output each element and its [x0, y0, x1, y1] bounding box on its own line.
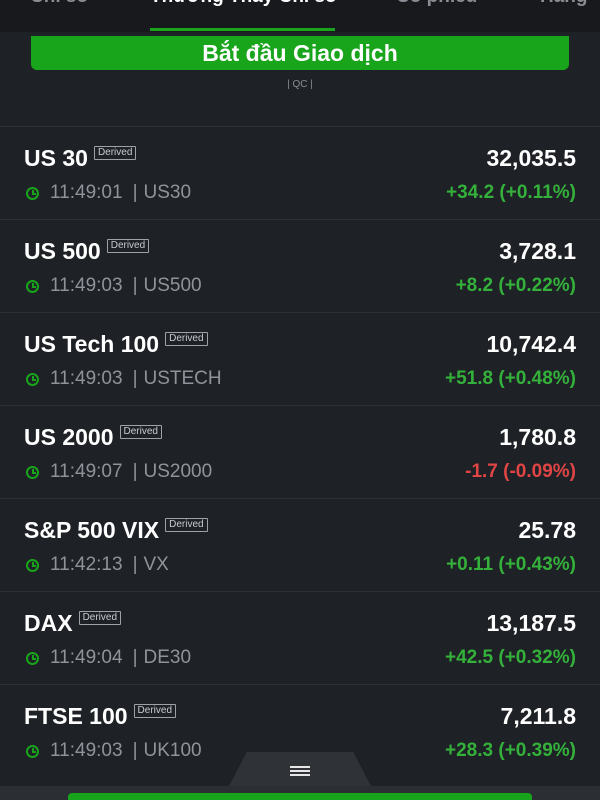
instrument-name-text: FTSE 100	[24, 703, 128, 729]
quote-symbol: US30	[143, 182, 192, 203]
price-change: +42.5 (+0.32%)	[445, 647, 576, 668]
clock-icon	[26, 744, 39, 758]
price-value: 13,187.5	[486, 610, 576, 636]
price-change: +0.11 (+0.43%)	[446, 554, 576, 575]
clock-icon	[26, 465, 39, 479]
derived-badge: Derived	[106, 239, 150, 253]
tab-strip: Chỉ số Thường Thấy Chỉ số Cổ phiếu Hàng	[0, 0, 600, 32]
quote-meta: 11:49:04 | DE30	[26, 647, 191, 669]
separator: |	[132, 554, 138, 575]
quote-symbol: DE30	[143, 647, 192, 668]
tab-commodities[interactable]: Hàng	[540, 0, 588, 8]
price-change: +51.8 (+0.48%)	[445, 368, 576, 389]
derived-badge: Derived	[78, 611, 122, 625]
price-change: +28.3 (+0.39%)	[445, 740, 576, 761]
derived-badge: Derived	[165, 332, 208, 346]
clock-icon	[26, 651, 39, 665]
instrument-name: US Tech 100 Derived	[24, 331, 208, 358]
quote-time: 11:49:01	[50, 182, 123, 203]
clock-icon	[26, 372, 39, 386]
quote-time: 11:49:07	[50, 461, 123, 482]
quote-row[interactable]: DAX Derived 13,187.5 11:49:04 | DE30 +42.5 (+0…	[0, 592, 600, 685]
instrument-name-text: S&P 500 VIX	[24, 517, 160, 543]
price-value: 3,728.1	[499, 238, 576, 264]
active-tab-indicator	[150, 28, 335, 31]
instrument-name: DAX Derived	[24, 610, 122, 637]
price-value: 25.78	[518, 517, 576, 543]
clock-icon	[26, 279, 39, 293]
quote-row[interactable]: US 500 Derived 3,728.1 11:49:03 | US500 +8.2 (…	[0, 220, 600, 313]
quote-meta: 11:49:03 | US500	[26, 275, 202, 297]
derived-badge: Derived	[119, 425, 162, 439]
menu-icon[interactable]	[290, 766, 310, 776]
clock-icon	[26, 558, 39, 572]
quote-symbol: USTECH	[143, 368, 222, 389]
instrument-name-text: US 500	[24, 238, 101, 264]
price-change: +34.2 (+0.11%)	[446, 182, 576, 203]
quote-row[interactable]: US 30 Derived 32,035.5 11:49:01 | US30 +34.2 (…	[0, 127, 600, 220]
quote-meta: 11:49:03 | USTECH	[26, 368, 222, 390]
separator: |	[132, 368, 138, 389]
quote-time: 11:42:13	[50, 554, 123, 575]
quote-row[interactable]: S&P 500 VIX Derived 25.78 11:42:13 | VX +0.11 …	[0, 499, 600, 592]
price-value: 32,035.5	[486, 145, 576, 171]
derived-badge: Derived	[133, 704, 177, 718]
quote-meta: 11:49:01 | US30	[26, 182, 191, 204]
instrument-name-text: US 2000	[24, 424, 114, 450]
quote-meta: 11:42:13 | VX	[26, 554, 169, 576]
tab-popular-indices[interactable]: Thường Thấy Chỉ số	[150, 0, 337, 8]
quote-time: 11:49:03	[50, 275, 123, 296]
separator: |	[132, 182, 138, 203]
tab-stocks[interactable]: Cổ phiếu	[396, 0, 477, 8]
quote-meta: 11:49:07 | US2000	[26, 461, 212, 483]
quote-meta: 11:49:03 | UK100	[26, 740, 202, 762]
start-trading-button[interactable]: Bắt đầu Giao dịch	[31, 36, 569, 70]
instrument-name: FTSE 100 Derived	[24, 703, 177, 730]
derived-badge: Derived	[93, 146, 137, 160]
instrument-name: US 2000 Derived	[24, 424, 162, 451]
price-value: 7,211.8	[500, 703, 576, 729]
price-value: 10,742.4	[486, 331, 576, 357]
quote-symbol: UK100	[143, 740, 202, 761]
quote-time: 11:49:03	[50, 368, 123, 389]
bottom-action-button[interactable]	[68, 793, 532, 800]
price-value: 1,780.8	[499, 424, 576, 450]
quote-time: 11:49:04	[50, 647, 123, 668]
quote-time: 11:49:03	[50, 740, 123, 761]
instrument-name: US 30 Derived	[24, 145, 137, 172]
quote-symbol: US500	[143, 275, 202, 296]
instrument-name-text: DAX	[24, 610, 73, 636]
instrument-name: S&P 500 VIX Derived	[24, 517, 208, 544]
tab-indices[interactable]: Chỉ số	[30, 0, 88, 8]
quote-row[interactable]: US Tech 100 Derived 10,742.4 11:49:03 | USTEC…	[0, 313, 600, 406]
instrument-name: US 500 Derived	[24, 238, 150, 265]
quote-symbol: US2000	[143, 461, 213, 482]
separator: |	[132, 740, 138, 761]
app-root: Chỉ số Thường Thấy Chỉ số Cổ phiếu Hàng …	[0, 0, 600, 800]
separator: |	[132, 275, 138, 296]
price-change: +8.2 (+0.22%)	[455, 275, 576, 296]
derived-badge: Derived	[165, 518, 208, 532]
instrument-name-text: US Tech 100	[24, 331, 160, 357]
instrument-name-text: US 30	[24, 145, 88, 171]
separator: |	[132, 461, 138, 482]
separator: |	[132, 647, 138, 668]
quote-row[interactable]: US 2000 Derived 1,780.8 11:49:07 | US2000 -1.7…	[0, 406, 600, 499]
clock-icon	[26, 186, 39, 200]
price-change: -1.7 (-0.09%)	[465, 461, 576, 482]
quote-symbol: VX	[143, 554, 169, 575]
ad-label: | QC |	[287, 79, 313, 90]
